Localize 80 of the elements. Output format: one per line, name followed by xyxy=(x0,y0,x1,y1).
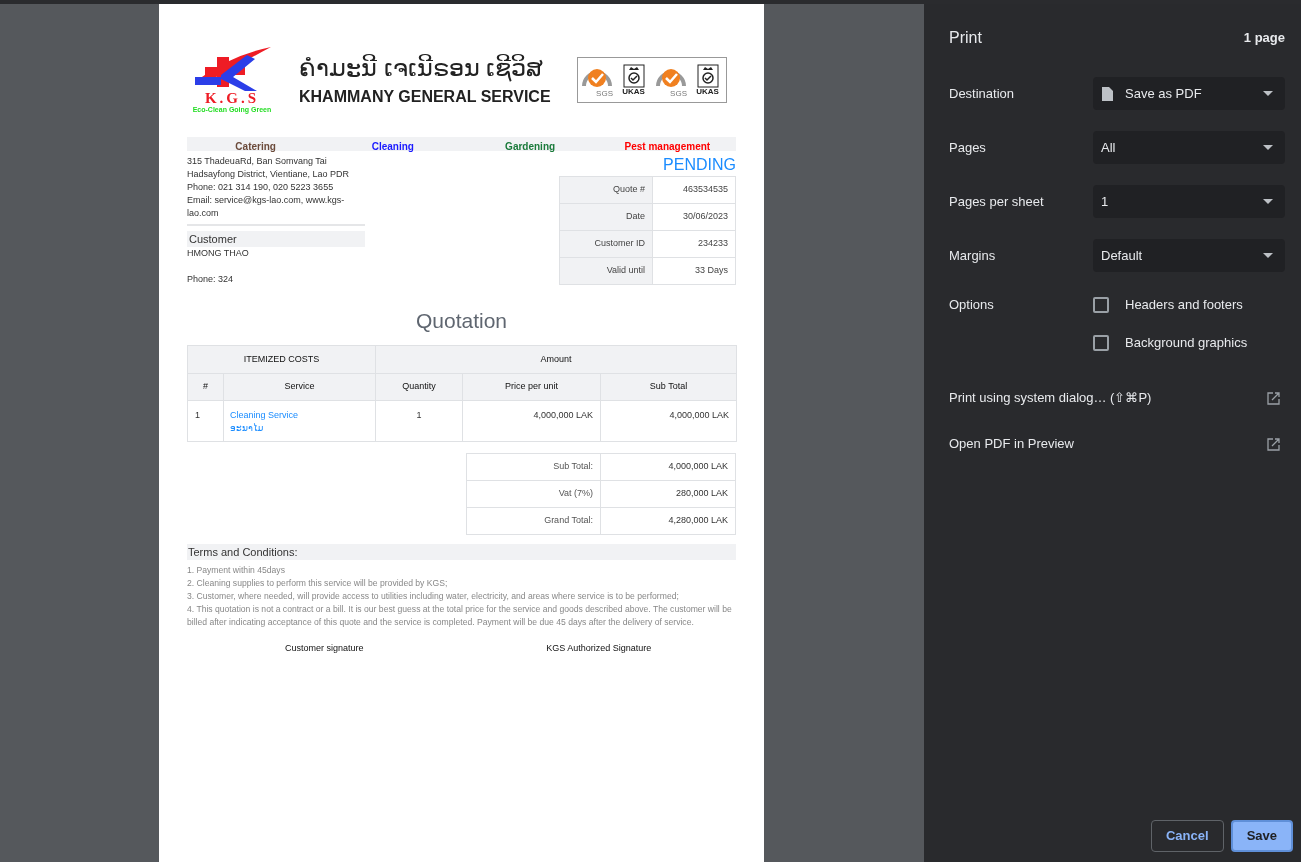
customer-name: HMONG THAO xyxy=(187,247,250,260)
table-cell: 4,000,000 LAK xyxy=(600,453,736,481)
section-heading: Customer xyxy=(187,231,365,247)
document-title: Quotation xyxy=(414,308,509,334)
terms-line: 1. Payment within 45days xyxy=(187,564,286,577)
table-cell: Vat (7%) xyxy=(466,480,601,508)
table-header: ITEMIZED COSTS xyxy=(187,345,376,374)
table-cell: 4,000,000 LAK xyxy=(462,400,601,442)
table-cell: 33 Days xyxy=(652,257,736,285)
table-cell: 4,000,000 LAK xyxy=(600,400,737,442)
select-field[interactable]: Default xyxy=(1093,239,1285,272)
status-label: PENDING xyxy=(663,155,736,175)
setting-label: Pages per sheet xyxy=(949,192,1045,211)
crown-check-icon xyxy=(622,64,645,88)
table-cell: 463534535 xyxy=(652,176,736,204)
cancel-button[interactable]: Cancel xyxy=(1151,820,1224,852)
address-line: lao.com xyxy=(187,207,220,220)
dropdown-arrow-icon xyxy=(1263,145,1273,150)
address-line: 315 ThadeuaRd, Ban Somvang Tai xyxy=(187,155,328,168)
table-cell: 1 xyxy=(187,400,224,442)
address-line: Email: service@kgs-lao.com, www.kgs- xyxy=(187,194,346,207)
address-line: Phone: 021 314 190, 020 5223 3655 xyxy=(187,181,335,194)
certification-label: UKAS xyxy=(696,88,719,96)
certification-label: UKAS xyxy=(622,88,645,96)
service-label: Gardening xyxy=(505,141,556,152)
table-cell: 1 xyxy=(375,400,463,442)
logo-text: K.G.S xyxy=(204,91,260,106)
column-header: Price per unit xyxy=(462,373,601,401)
setting-label: Pages xyxy=(949,138,987,157)
section-heading: Terms and Conditions: xyxy=(187,544,736,560)
panel-title: Print xyxy=(949,28,982,48)
column-header: Quantity xyxy=(375,373,463,401)
table-cell: 280,000 LAK xyxy=(600,480,736,508)
column-header: Service xyxy=(223,373,376,401)
table-cell: 234233 xyxy=(652,230,736,258)
dropdown-arrow-icon xyxy=(1263,253,1273,258)
terms-line: 2. Cleaning supplies to perform this service will be provided by KGS; xyxy=(187,577,449,590)
table-cell: 30/06/2023 xyxy=(652,203,736,231)
service-label: Cleaning xyxy=(371,141,414,152)
company-name-lao: ຄຳມະນີ ເຈເນີຣອນ ເຊີວິສ xyxy=(299,53,545,84)
column-header: # xyxy=(187,373,224,401)
document-icon xyxy=(1101,85,1114,102)
table-cell: Date xyxy=(559,203,653,231)
service-link[interactable]: Cleaning Service xyxy=(230,409,375,422)
signature-label: Customer signature xyxy=(284,642,364,655)
setting-label: Destination xyxy=(949,84,1016,103)
save-button[interactable]: Save xyxy=(1230,820,1293,852)
external-link-icon xyxy=(1267,437,1280,451)
service-label: Catering xyxy=(235,141,276,152)
table-cell: Sub Total: xyxy=(466,453,601,481)
checkbox-option[interactable]: Background graphics xyxy=(1093,333,1248,353)
service-label: Pest management xyxy=(624,141,711,152)
table-header: Amount xyxy=(375,345,737,374)
table-cell: 4,280,000 LAK xyxy=(600,507,736,535)
certification-label: SGS xyxy=(596,90,614,98)
page-count: 1 page xyxy=(1243,29,1285,48)
select-field[interactable]: All xyxy=(1093,131,1285,164)
dropdown-arrow-icon xyxy=(1263,91,1273,96)
table-cell: Valid until xyxy=(559,257,653,285)
checkbox-option[interactable]: Headers and footers xyxy=(1093,295,1248,315)
customer-phone: Phone: 324 xyxy=(187,273,235,286)
dropdown-arrow-icon xyxy=(1263,199,1273,204)
terms-line: 4. This quotation is not a contract or a bill. It is our best guess at the total price for the service and goods described above. The customer will be billed after indicating acceptance of this quote and the service is completed. Payment will be due 45 days after the delivery of service. xyxy=(187,603,733,629)
external-link[interactable]: Print using system dialog… (⇧⌘P) xyxy=(949,388,1285,408)
table-cell: Grand Total: xyxy=(466,507,601,535)
table-cell: Customer ID xyxy=(559,230,653,258)
setting-label: Options xyxy=(949,296,995,314)
terms-line: 3. Customer, where needed, will provide access to utilities including water, electricity, and areas where service is to be performed; xyxy=(187,590,680,603)
certification-label: SGS xyxy=(670,90,688,98)
crown-check-icon xyxy=(696,64,719,88)
select-field[interactable]: 1 xyxy=(1093,185,1285,218)
signature-label: KGS Authorized Signature xyxy=(546,642,652,655)
external-link[interactable]: Open PDF in Preview xyxy=(949,434,1285,454)
table-cell: Quote # xyxy=(559,176,653,204)
external-link-icon xyxy=(1267,391,1280,405)
address-line: Hadsayfong District, Vientiane, Lao PDR xyxy=(187,168,350,181)
company-name: KHAMMANY GENERAL SERVICE xyxy=(299,87,551,107)
column-header: Sub Total xyxy=(600,373,737,401)
setting-label: Margins xyxy=(949,246,997,265)
select-field[interactable]: Save as PDF xyxy=(1093,77,1285,110)
